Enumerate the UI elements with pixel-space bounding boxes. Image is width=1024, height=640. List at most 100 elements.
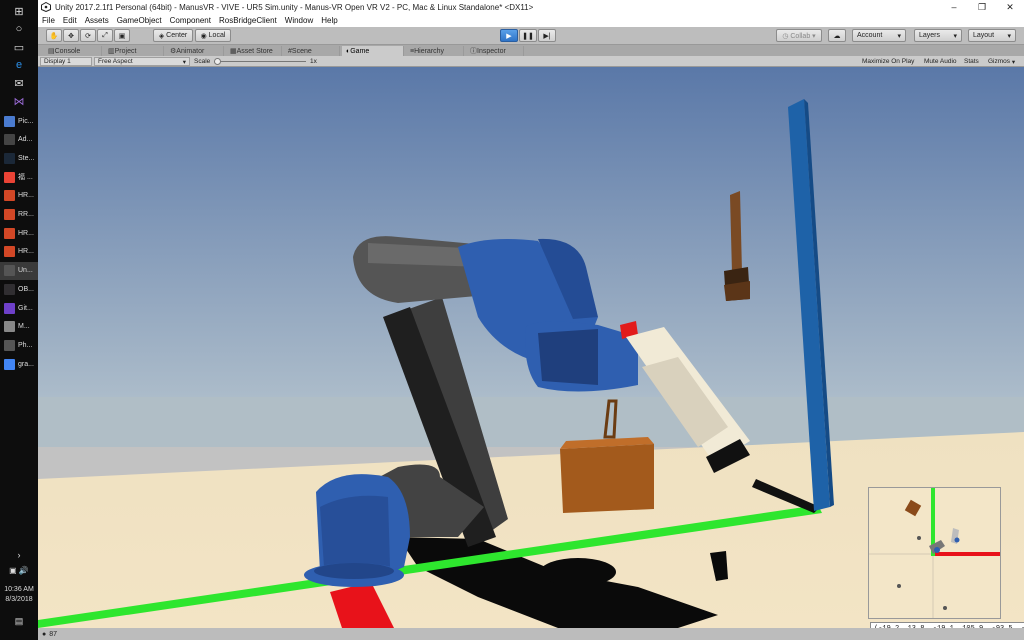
app-icon (4, 190, 15, 202)
taskbar-app-button[interactable]: Un... (0, 261, 38, 280)
taskbar-app-button[interactable]: HR... (0, 243, 38, 261)
app-icon (4, 265, 15, 277)
taskbar-app-label: HR... (18, 192, 34, 200)
collab-button[interactable]: ◷ Collab ▾ (776, 29, 822, 42)
app-icon (4, 227, 15, 239)
edge-icon[interactable]: e (0, 56, 38, 74)
local-icon: ◉ (200, 32, 209, 40)
close-button[interactable]: ✕ (996, 0, 1024, 14)
stats-toggle[interactable]: Stats (964, 57, 979, 66)
app-icon (4, 152, 15, 164)
move-tool-icon[interactable]: ✥ (63, 29, 79, 42)
rect-tool-icon[interactable]: ▣ (114, 29, 130, 42)
gizmos-dropdown[interactable]: Gizmos ▾ (988, 57, 1015, 66)
collab-icon: ◷ (782, 32, 791, 40)
game-view[interactable]: (-19.2, 13.8, -19.1, 105.9, -93.5, -16 (38, 67, 1024, 637)
scale-tool-icon[interactable]: ⤢ (97, 29, 113, 42)
taskbar-app-button[interactable]: 福 ... (0, 168, 38, 186)
unity-logo-icon (41, 2, 51, 12)
chevron-down-icon: ▾ (897, 32, 901, 40)
display-dropdown[interactable]: Display 1 (40, 57, 92, 66)
task-view-icon[interactable]: ▭ (0, 38, 38, 56)
tab-inspector[interactable]: ⓘ Inspector (466, 46, 524, 56)
tab-label: Project (114, 47, 137, 55)
taskbar-app-button[interactable]: OB... (0, 280, 38, 298)
tab-asset-store[interactable]: ▦ Asset Store (226, 46, 282, 56)
menu-item-gameobject[interactable]: GameObject (113, 16, 166, 25)
clock-time[interactable]: 10:36 AM (0, 586, 38, 593)
tab-label: Console (54, 47, 81, 55)
taskbar-app-label: 福 ... (18, 174, 33, 182)
layers-dropdown[interactable]: Layers ▾ (914, 29, 962, 42)
scale-slider-handle[interactable] (214, 58, 221, 65)
notifications-icon[interactable]: ▤ (0, 616, 38, 627)
tab-game[interactable]: ◐ Game (342, 46, 404, 56)
taskbar-app-button[interactable]: RR... (0, 206, 38, 224)
taskbar-app-button[interactable]: M... (0, 318, 38, 336)
tab-project[interactable]: ▥ Project (104, 46, 164, 56)
taskbar-app-button[interactable]: HR... (0, 187, 38, 205)
app-icon (4, 339, 15, 351)
local-space-button[interactable]: ◉ Local (195, 29, 231, 42)
clock-date[interactable]: 8/3/2018 (0, 596, 38, 603)
tab-animator[interactable]: ⚙ Animator (166, 46, 224, 56)
restore-button[interactable]: ❐ (968, 0, 996, 14)
chevron-down-icon: ▾ (953, 32, 957, 40)
cloud-button[interactable]: ☁ (828, 29, 846, 42)
minimap-red-axis (935, 552, 1000, 556)
hand-tool-icon[interactable]: ✋ (46, 29, 62, 42)
window-title: Unity 2017.2.1f1 Personal (64bit) - Manu… (55, 2, 534, 12)
menu-item-help[interactable]: Help (317, 16, 341, 25)
taskbar-app-label: HR... (18, 229, 34, 237)
minimize-button[interactable]: – (940, 0, 968, 14)
menu-item-assets[interactable]: Assets (81, 16, 113, 25)
tab-hierarchy[interactable]: ≡ Hierarchy (406, 46, 464, 56)
taskbar-app-button[interactable]: Ad... (0, 131, 38, 149)
taskbar-app-button[interactable]: HR... (0, 224, 38, 242)
taskbar-app-button[interactable]: gra... (0, 355, 38, 373)
taskbar-app-button[interactable]: Ph... (0, 336, 38, 354)
menu-bar: File Edit Assets GameObject Component RosBrid… (38, 14, 1024, 27)
app-icon (4, 321, 15, 333)
aspect-dropdown[interactable]: Free Aspect ▾ (94, 57, 190, 66)
play-icon: ▶ (506, 32, 512, 40)
cortana-icon[interactable]: ○ (0, 20, 38, 38)
taskbar-app-button[interactable]: Pic... (0, 112, 38, 130)
menu-item-edit[interactable]: Edit (59, 16, 81, 25)
tab-scene[interactable]: # Scene (284, 46, 340, 56)
scale-slider[interactable] (214, 57, 306, 66)
taskbar-app-label: OB... (18, 285, 34, 293)
app-icon (4, 171, 15, 183)
editor-toolbar: ✋ ✥ ⟳ ⤢ ▣ ◈ Center ◉ Local ▶ ❚❚ ▶| ◷ Col… (38, 27, 1024, 45)
step-button[interactable]: ▶| (538, 29, 556, 42)
chevron-right-icon[interactable]: › (0, 550, 38, 560)
taskbar-app-label: M... (18, 323, 30, 331)
pause-button[interactable]: ❚❚ (519, 29, 537, 42)
taskbar-app-label: Ph... (18, 341, 33, 349)
tab-icon: ▦ (230, 48, 237, 55)
layout-dropdown[interactable]: Layout ▾ (968, 29, 1016, 42)
maximize-on-play-toggle[interactable]: Maximize On Play (862, 57, 914, 66)
mute-audio-toggle[interactable]: Mute Audio (924, 57, 957, 66)
chevron-down-icon: ▾ (1007, 32, 1011, 40)
scale-value: 1x (310, 58, 317, 65)
taskbar-app-button[interactable]: Git... (0, 299, 38, 317)
visual-studio-icon[interactable]: ⋈ (0, 92, 38, 110)
tab-icon: ⓘ (470, 48, 477, 55)
taskbar-app-button[interactable]: Ste... (0, 149, 38, 167)
rotate-tool-icon[interactable]: ⟳ (80, 29, 96, 42)
play-button[interactable]: ▶ (500, 29, 518, 42)
menu-item-component[interactable]: Component (166, 16, 215, 25)
menu-item-window[interactable]: Window (281, 16, 317, 25)
menu-item-rosbridgeclient[interactable]: RosBridgeClient (215, 16, 281, 25)
tray-icons[interactable]: ▣ 🔊 (0, 566, 38, 575)
menu-item-file[interactable]: File (38, 16, 59, 25)
account-dropdown[interactable]: Account ▾ (852, 29, 906, 42)
pivot-center-button[interactable]: ◈ Center (153, 29, 193, 42)
chevron-down-icon: ▾ (182, 58, 186, 66)
windows-start-icon[interactable]: ⊞ (0, 2, 38, 20)
mail-icon[interactable]: ✉ (0, 74, 38, 92)
tab-console[interactable]: ▤ Console (44, 46, 102, 56)
minimap-render (869, 488, 1000, 618)
pivot-label: Center (166, 32, 188, 39)
